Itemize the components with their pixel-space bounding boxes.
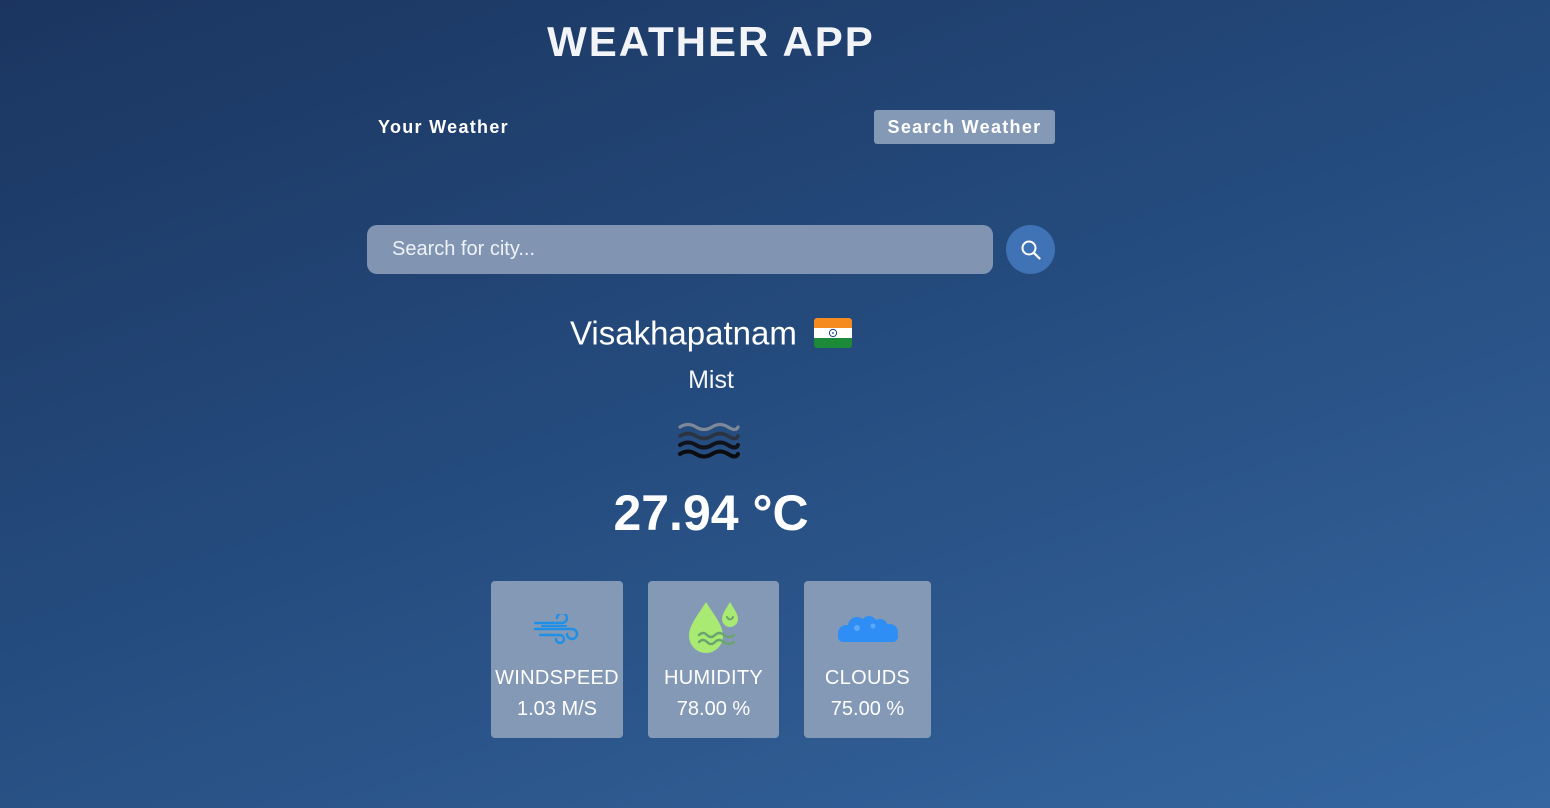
temperature: 27.94 °C xyxy=(613,485,809,541)
clouds-icon xyxy=(804,596,931,662)
clouds-label: CLOUDS xyxy=(824,667,911,689)
wind-icon xyxy=(491,596,623,662)
clouds-value: 75.00 % xyxy=(830,698,905,720)
search-button[interactable] xyxy=(1006,225,1055,274)
humidity-value: 78.00 % xyxy=(676,698,751,720)
weather-condition: Mist xyxy=(688,366,734,394)
search-input[interactable] xyxy=(367,225,993,274)
tab-search-weather[interactable]: Search Weather xyxy=(874,110,1055,144)
india-flag-icon xyxy=(814,318,853,349)
search-icon xyxy=(1021,240,1041,260)
tab-your-weather[interactable]: Your Weather xyxy=(368,110,519,144)
stat-card-windspeed: WINDSPEED 1.03 M/S xyxy=(491,581,623,738)
humidity-label: HUMIDITY xyxy=(663,667,764,689)
windspeed-value: 1.03 M/S xyxy=(516,698,598,720)
city-name: Visakhapatnam xyxy=(569,314,797,352)
humidity-icon xyxy=(648,596,779,662)
city-heading: Visakhapatnam xyxy=(0,312,1422,352)
stat-card-humidity: HUMIDITY 78.00 % xyxy=(648,581,779,738)
stat-card-clouds: CLOUDS 75.00 % xyxy=(804,581,931,738)
windspeed-label: WINDSPEED xyxy=(495,667,619,689)
mist-icon xyxy=(676,418,742,464)
app-title: WEATHER APP xyxy=(547,18,875,65)
